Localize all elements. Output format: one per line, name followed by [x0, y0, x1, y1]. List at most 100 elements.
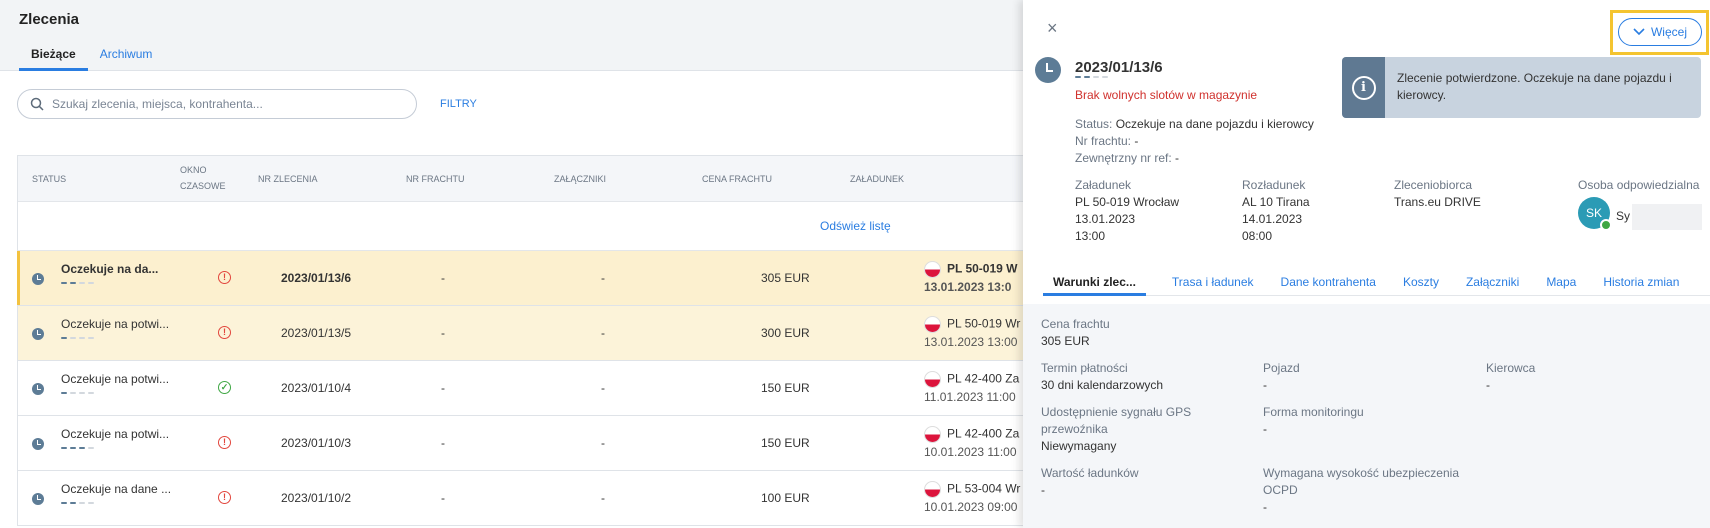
tab-current[interactable]: Bieżące	[19, 47, 88, 71]
progress-segment	[70, 392, 76, 394]
clock-icon	[1035, 57, 1061, 83]
loading-place: PL 50-019 Wr	[947, 316, 1021, 331]
header-attachments[interactable]: ZAŁĄCZNIKI	[554, 171, 606, 187]
row-price: 100 EUR	[761, 491, 810, 505]
online-status-dot	[1600, 219, 1612, 231]
tab-archive[interactable]: Archiwum	[88, 47, 165, 71]
table-row[interactable]: Oczekuje na potwi...! 2023/01/13/5 - - 300 E…	[18, 306, 1023, 361]
detail-order-nr: 2023/01/13/6	[1075, 59, 1163, 76]
row-loading: PL 53-004 Wr 10.01.2023 09:00	[924, 481, 1020, 514]
progress-segment	[88, 392, 94, 394]
table-row[interactable]: Oczekuje na da...! 2023/01/13/6 - - 305 EUR P…	[17, 251, 1023, 306]
orders-table: STATUS OKNO CZASOWE NR ZLECENIA NR FRACH…	[17, 155, 1023, 526]
status-value: Oczekuje na dane pojazdu i kierowcy	[1115, 117, 1314, 131]
info-box: i Zlecenie potwierdzone. Oczekuje na dan…	[1342, 57, 1701, 118]
page-title: Zlecenia	[19, 11, 80, 28]
field-cargo-value: Wartość ładunków -	[1041, 465, 1139, 499]
refresh-row: Odśwież listę	[18, 202, 1023, 251]
progress-segment	[70, 337, 76, 339]
field-value: -	[1486, 378, 1490, 392]
row-price: 300 EUR	[761, 326, 810, 340]
ext-ref-value: -	[1175, 151, 1180, 165]
progress-segment	[70, 502, 76, 504]
chevron-down-icon	[1633, 28, 1645, 36]
info-message: Zlecenie potwierdzone. Oczekuje na dane …	[1397, 71, 1672, 102]
progress-segment	[61, 337, 67, 339]
progress-segment	[1075, 76, 1081, 78]
field-vehicle: Pojazd -	[1263, 360, 1300, 394]
row-attachments: -	[601, 326, 605, 340]
toolbar: FILTRY	[17, 89, 477, 119]
filters-button[interactable]: FILTRY	[440, 98, 477, 110]
loading-date: 10.01.2023 11:00	[924, 445, 1017, 459]
status-progress	[61, 282, 94, 284]
search-input[interactable]	[52, 97, 402, 111]
field-value: -	[1263, 500, 1267, 514]
row-freight-nr: -	[441, 436, 445, 450]
field-monitoring: Forma monitoringu -	[1263, 404, 1364, 438]
progress-segment	[1102, 76, 1108, 78]
unloading-place: AL 10 Tirana	[1242, 195, 1310, 209]
tab-contractor-data[interactable]: Dane kontrahenta	[1281, 272, 1376, 296]
row-order-nr: 2023/01/10/2	[281, 491, 352, 505]
header-freight-nr[interactable]: NR FRACHTU	[406, 171, 465, 187]
clock-icon	[32, 383, 44, 395]
field-value: Niewymagany	[1041, 439, 1117, 453]
more-highlight: Więcej	[1610, 10, 1709, 55]
header-time-window[interactable]: OKNO CZASOWE	[180, 162, 240, 194]
row-attachments: -	[601, 271, 605, 285]
more-button[interactable]: Więcej	[1618, 18, 1702, 46]
field-label: Pojazd	[1263, 361, 1300, 375]
row-attachments: -	[601, 491, 605, 505]
clock-icon	[32, 493, 44, 505]
row-order-nr: 2023/01/10/4	[281, 381, 352, 395]
search-box[interactable]	[17, 89, 417, 119]
tab-order-conditions[interactable]: Warunki zlec...	[1043, 272, 1146, 296]
table-row[interactable]: Oczekuje na potwi... ✓ 2023/01/10/4 - - 150 E…	[18, 361, 1023, 416]
close-icon[interactable]: ×	[1047, 18, 1058, 38]
loading-time: 13:00	[1075, 229, 1106, 243]
field-insurance: Wymagana wysokość ubezpieczenia OCPD -	[1263, 465, 1459, 516]
field-value: -	[1263, 422, 1267, 436]
header-order-nr[interactable]: NR ZLECENIA	[258, 171, 318, 187]
row-freight-nr: -	[441, 271, 445, 285]
poland-flag-icon	[924, 481, 941, 498]
poland-flag-icon	[924, 261, 941, 278]
row-price: 150 EUR	[761, 381, 810, 395]
progress-segment	[79, 282, 85, 284]
row-freight-nr: -	[441, 326, 445, 340]
table-row[interactable]: Oczekuje na potwi...! 2023/01/10/3 - - 150 E…	[18, 416, 1023, 471]
field-gps: Udostępnienie sygnału GPS przewoźnika Ni…	[1041, 404, 1191, 455]
header-status[interactable]: STATUS	[32, 171, 66, 187]
loading-column: Załadunek PL 50-019 Wrocław 13.01.2023 1…	[1075, 177, 1179, 245]
alert-circle-icon: !	[218, 491, 231, 504]
poland-flag-icon	[924, 371, 941, 388]
row-price: 150 EUR	[761, 436, 810, 450]
loading-date: 10.01.2023 09:00	[924, 500, 1018, 514]
more-label: Więcej	[1650, 25, 1687, 39]
header-loading[interactable]: ZAŁADUNEK	[850, 171, 904, 187]
progress-segment	[61, 502, 67, 504]
tab-route-cargo[interactable]: Trasa i ładunek	[1172, 272, 1254, 296]
row-status: Oczekuje na da...	[61, 262, 159, 276]
loading-place: PL 50-019 Wrocław	[1075, 195, 1180, 209]
field-value: -	[1263, 378, 1267, 392]
loading-place: PL 53-004 Wr	[947, 481, 1021, 496]
page-header: Zlecenia Bieżące Archiwum	[0, 0, 1023, 71]
header-price[interactable]: CENA FRACHTU	[702, 171, 772, 187]
person-label: Osoba odpowiedzialna	[1578, 178, 1700, 192]
tab-change-history[interactable]: Historia zmian	[1603, 272, 1679, 296]
alert-circle-icon: !	[218, 271, 231, 284]
clock-icon	[32, 328, 44, 340]
status-progress	[61, 392, 94, 394]
alert-circle-icon: !	[218, 436, 231, 449]
tab-costs[interactable]: Koszty	[1403, 272, 1439, 296]
table-row[interactable]: Oczekuje na dane ...! 2023/01/10/2 - - 100 E…	[18, 471, 1023, 526]
refresh-list-link[interactable]: Odśwież listę	[820, 219, 891, 233]
unloading-label: Rozładunek	[1242, 178, 1306, 192]
freight-label: Nr frachtu:	[1075, 134, 1132, 148]
tab-map[interactable]: Mapa	[1546, 272, 1576, 296]
status-label: Status:	[1075, 117, 1113, 131]
tab-attachments[interactable]: Załączniki	[1466, 272, 1519, 296]
progress-segment	[88, 337, 94, 339]
